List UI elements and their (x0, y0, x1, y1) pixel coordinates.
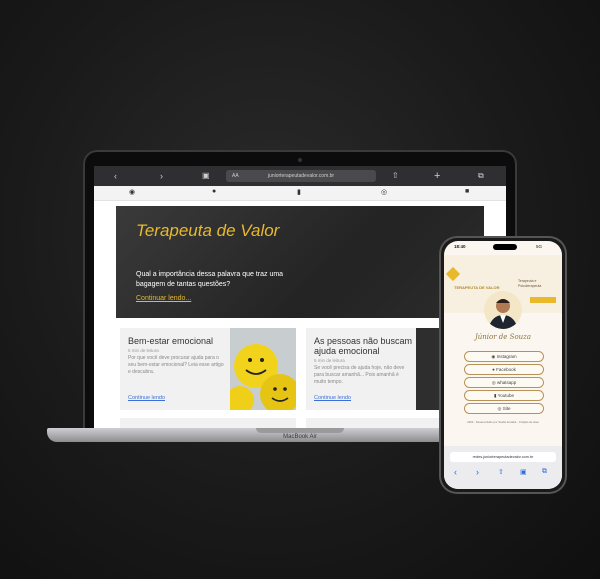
mobile-address-bar[interactable]: redes.juniorterapeutadevalor.com.br (450, 452, 556, 462)
youtube-icon[interactable]: ▮ (297, 188, 301, 196)
share-icon[interactable]: ⇧ (498, 468, 504, 476)
accent-block (530, 297, 556, 303)
chevron-right-icon[interactable]: › (476, 467, 479, 477)
phone-screen: 18:40 5G TERAPEUTA DE VALOR Terapeuta e … (444, 241, 562, 489)
card-image (230, 328, 296, 410)
logo-text: TERAPEUTA DE VALOR (454, 285, 500, 290)
logo-mark-icon (445, 266, 461, 282)
avatar (484, 291, 522, 329)
address-bar[interactable]: AA juniorterapeutadevalor.com.br (226, 170, 376, 182)
tagline: Terapeuta e Psicoterapeuta (518, 279, 542, 288)
card-continue-link[interactable]: Continue lendo (314, 395, 351, 401)
chevron-left-icon[interactable]: ‹ (114, 166, 117, 186)
laptop-brand-label: MacBook Air (283, 434, 317, 440)
facebook-icon[interactable]: ● (212, 188, 216, 195)
status-time: 18:40 (454, 244, 466, 249)
laptop-camera (298, 158, 302, 162)
hero-banner: Terapeuta de Valor Qual a importância de… (116, 206, 484, 318)
dynamic-island (493, 244, 517, 250)
hero-title: Terapeuta de Valor (136, 221, 280, 240)
youtube-button[interactable]: ▮ Youtube (464, 390, 544, 401)
card-excerpt: Se você precisa de ajuda hoje, não deve … (314, 365, 405, 385)
card-meta: 5 min de leitura (314, 358, 345, 363)
mobile-browser-bar: redes.juniorterapeutadevalor.com.br ‹ › … (444, 446, 562, 489)
site-button[interactable]: ◎ Site (464, 403, 544, 414)
hero-subtitle: Qual a importância dessa palavra que tra… (136, 271, 284, 288)
article-card[interactable]: Bem-estar emocional 5 min de leitura Por… (120, 328, 296, 410)
card-continue-link[interactable]: Continue lendo (128, 395, 165, 401)
tabs-icon[interactable]: ⧉ (478, 166, 484, 186)
card-excerpt: Por que você deve procurar ajuda para o … (128, 355, 224, 375)
url-text: juniorterapeutadevalor.com.br (267, 173, 335, 179)
chevron-right-icon[interactable]: › (160, 166, 163, 186)
whatsapp-button[interactable]: ◎ whatsapp (464, 377, 544, 388)
reader-button[interactable]: AA (232, 170, 239, 182)
tabs-icon[interactable]: ⧉ (542, 468, 547, 476)
book-icon[interactable]: ▣ (520, 468, 527, 476)
social-links-bar: ◉ ● ▮ ◎ ■ (94, 186, 506, 201)
status-signal: 5G (536, 244, 543, 249)
card-title: As pessoas não buscam ajuda emocional (314, 336, 413, 356)
new-tab-icon[interactable]: + (434, 166, 440, 186)
smiley-balls-image (230, 344, 296, 410)
browser-toolbar: ‹ › ▣ AA juniorterapeutadevalor.com.br ⇧… (94, 166, 506, 186)
chevron-left-icon[interactable]: ‹ (454, 467, 457, 477)
apple-icon[interactable]: ■ (465, 188, 469, 195)
profile-name: Júnior de Souza (474, 333, 532, 341)
whatsapp-icon[interactable]: ◎ (381, 188, 387, 196)
person-photo (488, 299, 518, 329)
instagram-icon[interactable]: ◉ (129, 188, 135, 196)
hero-continue-link[interactable]: Continuar lendo... (136, 295, 191, 302)
card-meta: 5 min de leitura (128, 348, 159, 353)
card-title: Bem-estar emocional (128, 336, 214, 346)
instagram-button[interactable]: ◉ Instagram (464, 351, 544, 362)
article-card[interactable] (120, 418, 296, 428)
book-icon[interactable]: ▣ (202, 166, 210, 186)
footer-credit: 2024 · Desenvolvido por Studio Arcadia ·… (467, 420, 539, 424)
laptop-notch (256, 428, 344, 433)
share-icon[interactable]: ⇧ (392, 166, 399, 186)
facebook-button[interactable]: ● Facebook (464, 364, 544, 375)
